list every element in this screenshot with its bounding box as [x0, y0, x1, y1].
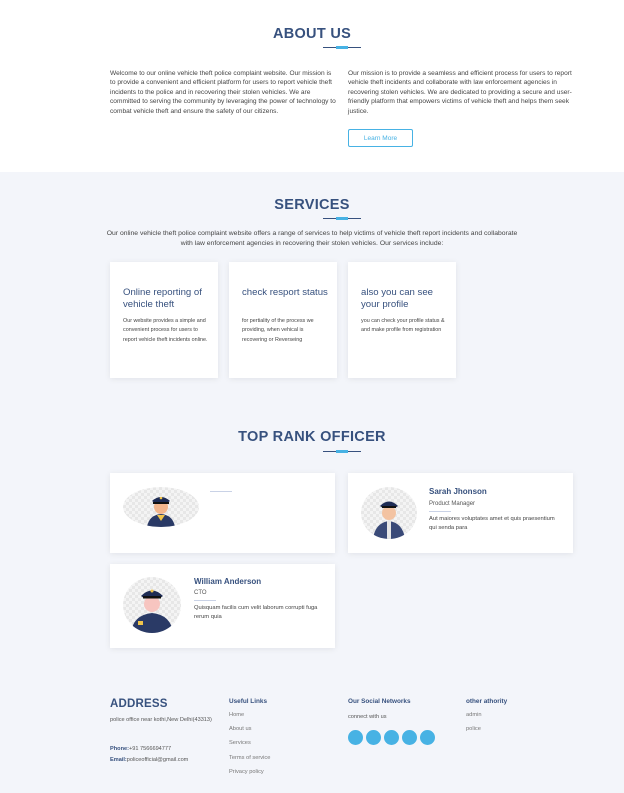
service-card-title: Online reporting of vehicle theft: [123, 287, 202, 310]
footer-link-home[interactable]: Home: [229, 712, 244, 718]
officer-description: Quisquam facilis cum velit laborum corru…: [194, 605, 318, 620]
social-skype-icon[interactable]: [402, 730, 417, 745]
about-title: ABOUT US: [272, 26, 352, 42]
officer-name: William Anderson: [194, 577, 262, 586]
service-card-check-status[interactable]: check resport status for pertiality of t…: [229, 262, 337, 378]
officer-avatar: [123, 577, 181, 633]
officer-name: Sarah Jhonson: [429, 487, 487, 496]
footer-link-about[interactable]: About us: [229, 726, 251, 732]
service-card-title: check resport status: [242, 287, 328, 298]
service-card-profile[interactable]: also you can see your profile you can ch…: [348, 262, 456, 378]
services-description: Our online vehicle theft police complain…: [106, 230, 518, 247]
service-card-text: Our website provides a simple and conven…: [123, 318, 208, 343]
officer-avatar: [123, 487, 199, 527]
service-card-text: you can check your profile status & and …: [361, 318, 445, 334]
footer-link-police[interactable]: police: [466, 726, 481, 732]
learn-more-button[interactable]: Learn More: [348, 129, 413, 147]
officer-separator: [429, 511, 451, 512]
footer-phone: Phone:+91 7566694777: [110, 746, 171, 752]
officer-separator: [194, 600, 216, 601]
officer-card-2[interactable]: Sarah Jhonson Product Manager Aut maiore…: [348, 473, 573, 553]
officer-separator: [210, 491, 232, 492]
about-section: ABOUT US Welcome to our online vehicle t…: [0, 0, 624, 172]
footer-other-title: other athority: [466, 698, 508, 705]
services-section: SERVICES Our online vehicle theft police…: [0, 172, 624, 672]
service-card-text: for pertiality of the process we providi…: [242, 318, 314, 343]
social-twitter-icon[interactable]: [348, 730, 363, 745]
footer-phone-value: +91 7566694777: [128, 746, 172, 752]
social-instagram-icon[interactable]: [384, 730, 399, 745]
officer-description: Aut maiores voluptates amet et quis prae…: [429, 516, 555, 531]
about-right-text: Our mission is to provide a seamless and…: [348, 70, 572, 115]
about-left-text: Welcome to our online vehicle theft poli…: [110, 70, 336, 115]
footer-address-title: ADDRESS: [110, 698, 168, 710]
footer-useful-links-title: Useful Links: [229, 698, 267, 705]
footer-link-terms[interactable]: Terms of service: [229, 755, 270, 761]
officer-card-3[interactable]: William Anderson CTO Quisquam facilis cu…: [110, 564, 335, 648]
footer-social-text: connect with us: [348, 714, 387, 720]
service-card-online-reporting[interactable]: Online reporting of vehicle theft Our we…: [110, 262, 218, 378]
footer-email-value: policeofficial@gmail.com: [126, 757, 189, 763]
officers-title: TOP RANK OFFICER: [238, 429, 386, 445]
officer-avatar: [361, 487, 417, 539]
service-card-title: also you can see your profile: [361, 287, 433, 310]
footer-link-services[interactable]: Services: [229, 740, 251, 746]
footer-social-title: Our Social Networks: [348, 698, 411, 705]
footer-email-label: Email:: [110, 757, 127, 763]
officer-role: Product Manager: [429, 501, 476, 507]
footer: ADDRESS police office near kothi,New Del…: [0, 672, 624, 793]
officer-role: CTO: [194, 590, 207, 596]
social-facebook-icon[interactable]: [366, 730, 381, 745]
footer-address-line: police office near kothi,New Delhi(43313…: [110, 717, 212, 723]
services-title-underline: [323, 217, 361, 220]
about-title-underline: [323, 46, 361, 49]
footer-email: Email:policeofficial@gmail.com: [110, 757, 188, 763]
footer-phone-label: Phone:: [110, 746, 129, 752]
social-linkedin-icon[interactable]: [420, 730, 435, 745]
officer-card-1[interactable]: [110, 473, 335, 553]
footer-link-admin[interactable]: admin: [466, 712, 482, 718]
footer-link-privacy[interactable]: Privacy policy: [229, 769, 264, 775]
officers-title-underline: [323, 450, 361, 453]
services-title: SERVICES: [274, 197, 350, 213]
